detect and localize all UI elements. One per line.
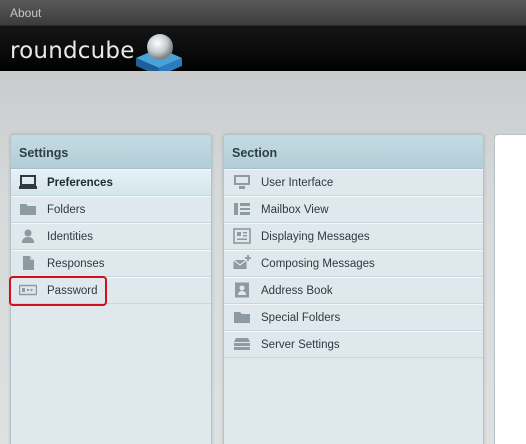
- settings-item-preferences[interactable]: Preferences: [11, 169, 211, 196]
- settings-item-identities[interactable]: Identities: [11, 223, 211, 250]
- section-panel-title: Section: [224, 135, 483, 169]
- person-icon: [22, 229, 34, 243]
- section-item-address-book[interactable]: Address Book: [224, 277, 483, 304]
- section-panel: Section User Interface Mailbox View Disp…: [223, 134, 484, 444]
- compose-icon: [233, 255, 251, 269]
- settings-item-password[interactable]: Password: [11, 277, 211, 304]
- message-display-icon: [233, 228, 251, 244]
- section-item-label: Mailbox View: [261, 204, 329, 216]
- section-item-label: Composing Messages: [261, 258, 375, 270]
- section-item-special-folders[interactable]: Special Folders: [224, 304, 483, 331]
- preferences-content-panel: [494, 134, 526, 444]
- settings-list: Preferences Folders Identities Responses: [11, 169, 211, 304]
- section-item-composing-messages[interactable]: Composing Messages: [224, 250, 483, 277]
- top-bar: About: [0, 0, 526, 26]
- monitor-icon: [234, 175, 250, 189]
- address-book-icon: [235, 282, 249, 298]
- folder-icon: [234, 312, 250, 323]
- folder-icon: [20, 204, 36, 215]
- settings-panel-title: Settings: [11, 135, 211, 169]
- document-icon: [23, 256, 34, 270]
- server-icon: [234, 338, 250, 350]
- header: roundcube: [0, 26, 526, 76]
- settings-item-responses[interactable]: Responses: [11, 250, 211, 277]
- password-icon: [19, 284, 37, 296]
- about-link[interactable]: About: [10, 6, 41, 20]
- section-item-displaying-messages[interactable]: Displaying Messages: [224, 223, 483, 250]
- section-item-label: Special Folders: [261, 312, 341, 324]
- section-item-label: Displaying Messages: [261, 231, 370, 243]
- mailbox-view-icon: [234, 203, 250, 215]
- settings-item-label: Responses: [47, 258, 105, 270]
- roundcube-logo-icon: [136, 34, 182, 76]
- section-item-label: User Interface: [261, 177, 334, 189]
- logo-text: roundcube: [10, 38, 135, 64]
- settings-item-label: Preferences: [47, 177, 113, 189]
- settings-item-label: Password: [47, 285, 98, 297]
- settings-item-folders[interactable]: Folders: [11, 196, 211, 223]
- settings-item-label: Folders: [47, 204, 86, 216]
- monitor-icon: [19, 175, 37, 189]
- section-item-server-settings[interactable]: Server Settings: [224, 331, 483, 358]
- settings-panel: Settings Preferences Folders Identities: [10, 134, 212, 444]
- section-list: User Interface Mailbox View Displaying M…: [224, 169, 483, 358]
- section-item-label: Server Settings: [261, 339, 340, 351]
- section-item-mailbox-view[interactable]: Mailbox View: [224, 196, 483, 223]
- section-item-user-interface[interactable]: User Interface: [224, 169, 483, 196]
- settings-item-label: Identities: [47, 231, 94, 243]
- section-item-label: Address Book: [261, 285, 333, 297]
